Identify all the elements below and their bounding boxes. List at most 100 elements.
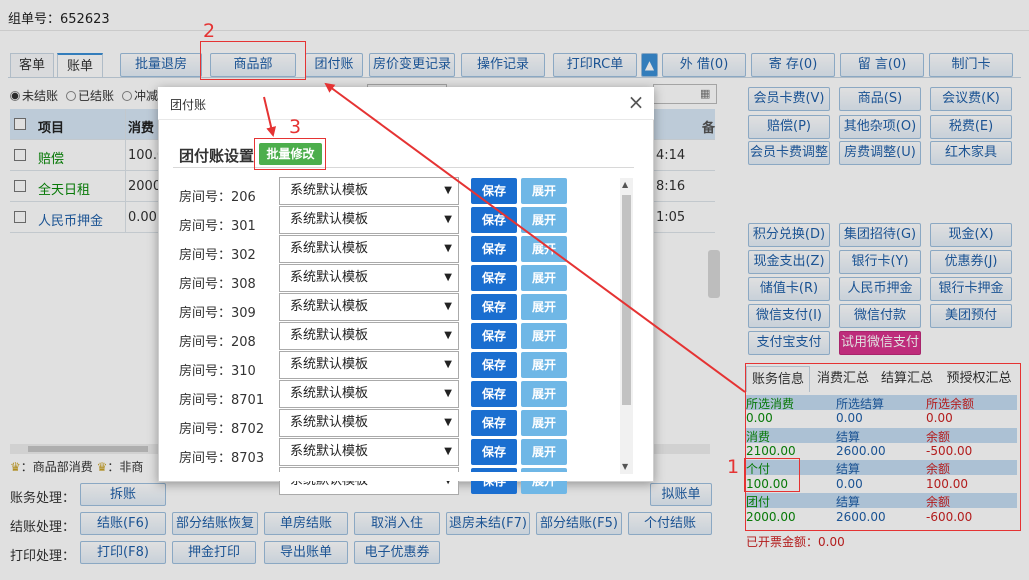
print-row-label: 打印处理： — [10, 549, 76, 564]
alipay-button[interactable]: 支付宝支付 — [748, 331, 830, 355]
template-select[interactable]: 系统默认模板▼ — [279, 438, 459, 466]
table-hscroll-thumb[interactable] — [28, 446, 148, 452]
expand-button[interactable]: 展开 — [521, 410, 567, 436]
save-button[interactable]: 保存 — [471, 294, 517, 320]
partial-settle-button[interactable]: 部分结账(F5) — [536, 512, 622, 535]
row-checkbox[interactable] — [14, 211, 26, 223]
template-select[interactable]: 系统默认模板▼ — [279, 206, 459, 234]
checkout-unsettled-button[interactable]: 退房未结(F7) — [446, 512, 530, 535]
template-select[interactable]: 系统默认模板▼ — [279, 293, 459, 321]
message-button[interactable]: 留 言(0) — [840, 53, 924, 77]
expand-button[interactable]: 展开 — [521, 265, 567, 291]
export-bill-button[interactable]: 导出账单 — [264, 541, 348, 564]
filter-unsettled[interactable]: 未结账 — [10, 87, 58, 104]
save-button[interactable]: 保存 — [471, 352, 517, 378]
virtual-bill-button[interactable]: 拟账单 — [650, 483, 712, 506]
room-fee-adjust-button[interactable]: 房费调整(U) — [839, 141, 921, 165]
template-select[interactable]: 系统默认模板▼ — [279, 264, 459, 292]
deposit-storage-button[interactable]: 寄 存(0) — [751, 53, 835, 77]
tab-guest[interactable]: 客单 — [10, 53, 54, 77]
expand-button[interactable]: 展开 — [521, 381, 567, 407]
invoiced-amount: 已开票金额：0.00 — [746, 535, 845, 549]
operation-log-button[interactable]: 操作记录 — [461, 53, 545, 77]
expand-button[interactable]: 展开 — [521, 294, 567, 320]
save-button[interactable]: 保存 — [471, 410, 517, 436]
dialog-scroll-thumb[interactable] — [622, 195, 631, 405]
bank-deposit-button[interactable]: 银行卡押金(N) — [930, 277, 1012, 318]
points-exchange-button[interactable]: 积分兑换(D) — [748, 223, 830, 247]
batch-checkout-button[interactable]: 批量退房 — [120, 53, 202, 77]
row-checkbox[interactable] — [14, 149, 26, 161]
print-rc-button[interactable]: 打印RC单 — [553, 53, 637, 77]
personal-settle-button[interactable]: 个付结账 — [628, 512, 712, 535]
coupon-button[interactable]: 优惠券(J) — [930, 250, 1012, 274]
print-button[interactable]: 打印(F8) — [80, 541, 166, 564]
wechat-pay-button[interactable]: 微信支付(I) — [748, 304, 830, 328]
column-item: 项目 — [38, 121, 65, 136]
cash-out-button[interactable]: 现金支出(Z) — [748, 250, 830, 274]
save-button[interactable]: 保存 — [471, 207, 517, 233]
dropdown-caret-icon: ▼ — [444, 417, 452, 428]
template-select[interactable]: 系统默认模板▼ — [279, 380, 459, 408]
close-icon[interactable]: × — [626, 90, 646, 114]
partial-restore-button[interactable]: 部分结账恢复 — [172, 512, 258, 535]
up-arrow-icon[interactable]: ▲ — [641, 53, 658, 77]
redwood-furniture-button[interactable]: 红木家具 — [930, 141, 1012, 165]
member-fee-button[interactable]: 会员卡费(V) — [748, 87, 830, 111]
meituan-prepay-button[interactable]: 美团预付 — [930, 304, 1012, 328]
group-account-button[interactable]: 团付账 — [305, 53, 363, 77]
cash-button[interactable]: 现金(X) — [930, 223, 1012, 247]
dropdown-caret-icon: ▼ — [444, 446, 452, 457]
try-wechat-pay-button[interactable]: 试用微信支付 — [839, 331, 921, 355]
single-room-settle-button[interactable]: 单房结账 — [264, 512, 348, 535]
annotation-box-batch — [254, 138, 326, 170]
split-bill-button[interactable]: 拆账 — [80, 483, 166, 506]
panel-collapse-handle[interactable] — [708, 250, 720, 298]
expand-button[interactable]: 展开 — [521, 178, 567, 204]
save-button[interactable]: 保存 — [471, 323, 517, 349]
filter-reversed[interactable]: 冲减 — [122, 87, 158, 104]
group-hosting-button[interactable]: 集团招待(G) — [839, 223, 921, 247]
deposit-print-button[interactable]: 押金打印 — [172, 541, 256, 564]
e-coupon-button[interactable]: 电子优惠券 — [354, 541, 440, 564]
expand-button[interactable]: 展开 — [521, 236, 567, 262]
meeting-fee-button[interactable]: 会议费(K) — [930, 87, 1012, 111]
save-button[interactable]: 保存 — [471, 236, 517, 262]
save-button[interactable]: 保存 — [471, 265, 517, 291]
compensation-button[interactable]: 赔偿(P) — [748, 115, 830, 139]
wechat-payment-button[interactable]: 微信付款 — [839, 304, 921, 328]
member-fee-adjust-button[interactable]: 会员卡费调整 — [748, 141, 830, 165]
expand-button[interactable]: 展开 — [521, 323, 567, 349]
settle-button[interactable]: 结账(F6) — [80, 512, 166, 535]
expand-button[interactable]: 展开 — [521, 439, 567, 465]
filter-settled[interactable]: 已结账 — [66, 87, 114, 104]
calendar-icon[interactable]: ▦ — [700, 87, 710, 100]
expand-button[interactable]: 展开 — [521, 207, 567, 233]
tab-bill[interactable]: 账单 — [57, 53, 103, 77]
room-label: 房间号：302 — [179, 248, 256, 263]
rate-change-log-button[interactable]: 房价变更记录 — [369, 53, 455, 77]
scroll-down-icon[interactable]: ▼ — [622, 462, 628, 471]
template-select[interactable]: 系统默认模板▼ — [279, 177, 459, 205]
save-button[interactable]: 保存 — [471, 178, 517, 204]
bank-card-button[interactable]: 银行卡(Y) — [839, 250, 921, 274]
save-button[interactable]: 保存 — [471, 439, 517, 465]
template-select[interactable]: 系统默认模板▼ — [279, 351, 459, 379]
goods-button[interactable]: 商品(S) — [839, 87, 921, 111]
cancel-checkin-button[interactable]: 取消入住 — [354, 512, 440, 535]
template-select[interactable]: 系统默认模板▼ — [279, 409, 459, 437]
scroll-up-icon[interactable]: ▲ — [622, 180, 628, 189]
template-select[interactable]: 系统默认模板▼ — [279, 235, 459, 263]
save-button[interactable]: 保存 — [471, 381, 517, 407]
dialog-title: 团付账 — [170, 98, 207, 112]
template-select[interactable]: 系统默认模板▼ — [279, 322, 459, 350]
borrow-button[interactable]: 外 借(0) — [662, 53, 746, 77]
expand-button[interactable]: 展开 — [521, 352, 567, 378]
stored-value-card-button[interactable]: 储值卡(R) — [748, 277, 830, 301]
misc-button[interactable]: 其他杂项(O) — [839, 115, 921, 139]
make-card-button[interactable]: 制门卡 — [929, 53, 1013, 77]
select-all-checkbox[interactable] — [14, 118, 26, 130]
tax-button[interactable]: 税费(E) — [930, 115, 1012, 139]
rmb-deposit-button[interactable]: 人民币押金(A) — [839, 277, 921, 318]
row-checkbox[interactable] — [14, 180, 26, 192]
